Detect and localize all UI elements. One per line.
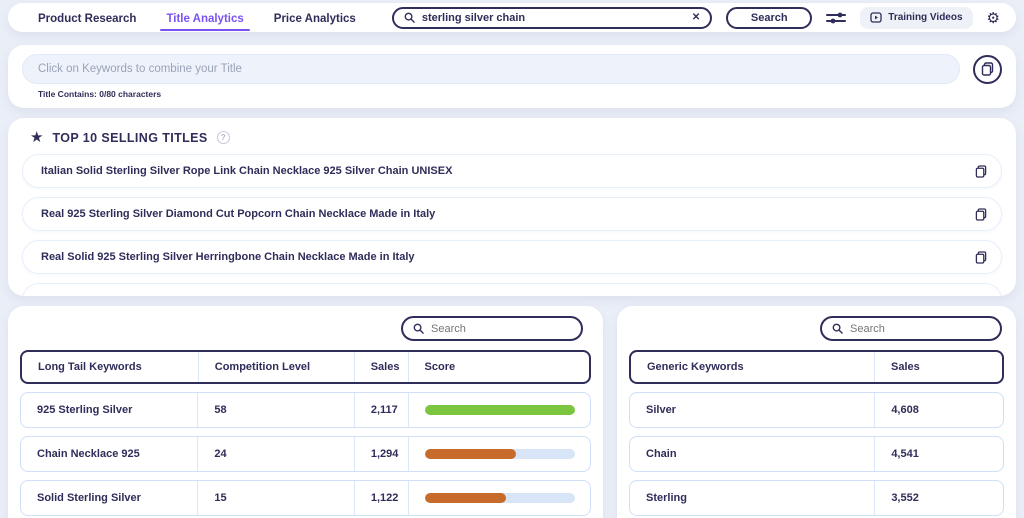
sales-cell: 1,122 [353,481,408,515]
long-tail-search-input[interactable] [431,322,571,335]
copy-icon[interactable] [975,164,987,178]
sales-cell: 4,608 [874,393,1003,427]
title-character-count: Title Contains: 0/80 characters [38,89,162,99]
column-header: Competition Level [197,352,354,382]
star-icon: ★ [30,128,44,146]
title-builder-card: Title Contains: 0/80 characters [8,45,1016,108]
settings-gear-icon[interactable]: ⚙ [987,9,1000,27]
keyword-search-field[interactable]: ✕ [391,6,713,29]
training-videos-label: Training Videos [888,12,963,23]
keyword-cell: Chain Necklace 925 [37,448,140,460]
score-bar-fill [424,405,575,415]
selling-title-row[interactable]: Real 925 Sterling Silver Diamond Cut Pop… [22,197,1002,231]
column-header: Generic Keywords [647,361,744,373]
keyword-cell: Solid Sterling Silver [37,492,141,504]
generic-keywords-panel: Generic Keywords Sales Silver 4,608 Chai… [617,306,1016,518]
competition-cell: 58 [197,393,353,427]
search-icon [832,323,843,334]
generic-row[interactable]: Chain 4,541 [629,436,1004,472]
score-cell [407,393,590,427]
copy-icon[interactable] [975,250,987,264]
tab-title-analytics[interactable]: Title Analytics [158,5,251,31]
tab-product-research[interactable]: Product Research [30,5,144,31]
sales-cell: 2,117 [353,393,408,427]
video-icon [870,12,882,23]
search-button[interactable]: Search [726,6,813,29]
top-selling-titles-card: ★ TOP 10 SELLING TITLES ? Italian Solid … [8,118,1016,296]
long-tail-table-header: Long Tail Keywords Competition Level Sal… [20,350,591,384]
search-icon [404,12,415,23]
long-tail-search-field[interactable] [401,316,583,341]
search-input[interactable] [421,11,685,24]
column-header: Sales [874,352,1002,382]
selling-title-row-partial[interactable] [22,283,1002,296]
generic-row[interactable]: Sterling 3,552 [629,480,1004,516]
generic-search-field[interactable] [820,316,1002,341]
keyword-cell: Sterling [646,492,687,504]
column-header: Sales [353,352,408,382]
keyword-cell: Chain [646,448,677,460]
selling-title-row[interactable]: Italian Solid Sterling Silver Rope Link … [22,154,1002,188]
long-tail-row[interactable]: Solid Sterling Silver 15 1,122 [20,480,591,516]
training-videos-button[interactable]: Training Videos [860,6,973,29]
competition-cell: 24 [197,437,353,471]
long-tail-keywords-panel: Long Tail Keywords Competition Level Sal… [8,306,603,518]
long-tail-row[interactable]: Chain Necklace 925 24 1,294 [20,436,591,472]
keyword-cell: 925 Sterling Silver [37,404,133,416]
score-bar-track [424,449,575,459]
generic-row[interactable]: Silver 4,608 [629,392,1004,428]
generic-table-header: Generic Keywords Sales [629,350,1004,384]
top-titles-heading: TOP 10 SELLING TITLES [52,130,208,145]
selling-title-row[interactable]: Real Solid 925 Sterling Silver Herringbo… [22,240,1002,274]
search-icon [413,323,424,334]
sales-cell: 1,294 [353,437,408,471]
tab-price-analytics[interactable]: Price Analytics [266,5,364,31]
copy-icon[interactable] [975,207,987,221]
score-bar-fill [424,449,517,459]
column-header: Score [407,352,589,382]
copy-title-button[interactable] [973,54,1002,84]
selling-title-text: Real 925 Sterling Silver Diamond Cut Pop… [41,208,436,220]
selling-title-text: Italian Solid Sterling Silver Rope Link … [41,165,453,177]
keyword-cell: Silver [646,404,676,416]
score-bar-track [424,493,575,503]
selling-title-text: Real Solid 925 Sterling Silver Herringbo… [41,251,415,263]
sales-cell: 4,541 [874,437,1003,471]
help-icon[interactable]: ? [216,131,230,144]
competition-cell: 15 [197,481,353,515]
generic-search-input[interactable] [850,322,990,335]
sales-cell: 3,552 [874,481,1003,515]
score-cell [407,437,590,471]
filter-sliders-icon[interactable] [826,10,847,26]
clear-search-icon[interactable]: ✕ [692,12,700,23]
score-bar-track [424,405,575,415]
score-cell [407,481,590,515]
top-navigation-bar: Product Research Title Analytics Price A… [8,3,1016,32]
column-header: Long Tail Keywords [38,361,142,373]
long-tail-row[interactable]: 925 Sterling Silver 58 2,117 [20,392,591,428]
combined-title-input[interactable] [22,54,960,84]
score-bar-fill [424,493,506,503]
